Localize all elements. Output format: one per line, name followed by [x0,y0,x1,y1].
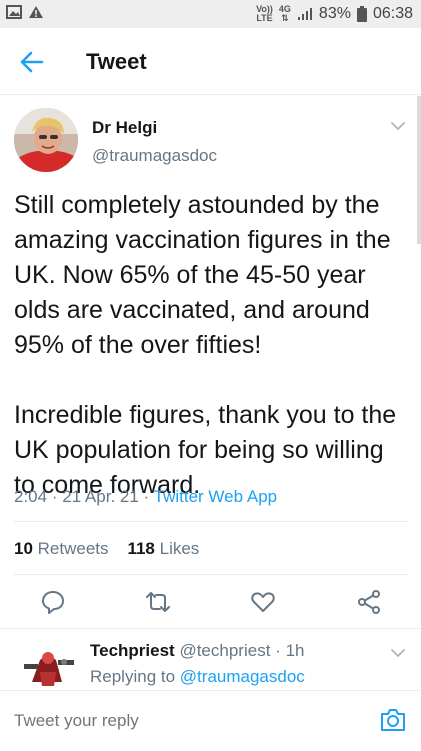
warning-icon [29,6,43,18]
reply-age: 1h [285,641,305,660]
share-icon[interactable] [356,589,382,615]
tweet-text: Still completely astounded by the amazin… [14,191,397,499]
network-type: 4G ⇅ [279,5,291,23]
page-title: Tweet [86,49,147,74]
author-avatar[interactable] [14,108,78,172]
like-heart-icon[interactable] [250,589,276,615]
reply-icon[interactable] [40,589,66,615]
reply-separator: · [275,641,281,660]
tweet-date: 21 Apr. 21 [62,487,139,506]
app-header: Tweet [0,28,421,95]
scroll-indicator [417,96,421,244]
battery-percent: 83% [318,5,351,22]
reply-author-name[interactable]: Techpriest [90,641,175,660]
meta-separator: · [51,487,58,506]
meta-separator: · [143,487,150,506]
chevron-down-icon[interactable] [390,118,406,134]
tweet-time: 2:04 [14,487,48,506]
likes-label: Likes [159,539,200,558]
tweet-stats: 10 Retweets 118 Likes [14,539,199,559]
tweet-source-link[interactable]: Twitter Web App [154,487,277,506]
reply-composer [0,690,421,751]
likes-count: 118 [127,539,155,558]
reply-chevron-down-icon[interactable] [390,645,406,661]
retweet-icon[interactable] [145,589,171,615]
clock: 06:38 [372,5,413,22]
replying-label: Replying to [90,667,176,686]
reply-author-avatar[interactable] [18,642,78,690]
reply-author-handle[interactable]: @techpriest [179,641,270,660]
lte-label: LTE [256,13,273,23]
divider [14,521,407,522]
retweets-label: Retweets [37,539,109,558]
divider [14,574,407,575]
section-divider [0,628,421,629]
status-right-icons: Vo)) LTE 4G ⇅ 83% 06:38 [256,5,413,23]
tweet-meta: 2:04 · 21 Apr. 21 · Twitter Web App [14,487,277,507]
reply-header: Techpriest @techpriest · 1h [90,641,304,661]
signal-icon [297,8,312,20]
tweet-actions [0,585,421,625]
status-bar: Vo)) LTE 4G ⇅ 83% 06:38 [0,0,421,28]
retweets-count: 10 [14,539,33,558]
likes-stat[interactable]: 118 Likes [127,539,199,558]
robot-avatar-image [18,642,78,690]
author-name[interactable]: Dr Helgi [92,118,157,138]
camera-icon[interactable] [379,707,407,733]
author-handle[interactable]: @traumagasdoc [92,146,217,166]
retweets-stat[interactable]: 10 Retweets [14,539,109,558]
avatar-image [14,108,78,172]
battery-icon [356,6,367,22]
replying-to-handle[interactable]: @traumagasdoc [180,667,305,686]
status-left-icons [6,5,44,19]
image-notification-icon [6,5,22,19]
reply-input[interactable] [14,711,354,731]
back-arrow-icon[interactable] [18,48,46,76]
replying-to: Replying to @traumagasdoc [90,667,305,687]
data-arrows-icon: ⇅ [281,13,289,23]
volte-indicator: Vo)) LTE [256,5,273,23]
